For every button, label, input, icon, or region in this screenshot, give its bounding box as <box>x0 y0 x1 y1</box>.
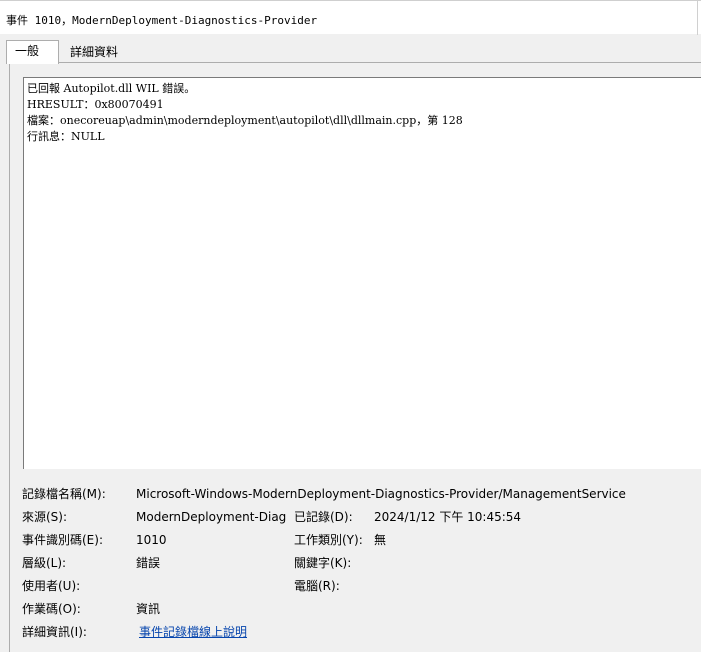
opcode-label: 作業碼(O): <box>22 602 81 616</box>
computer-label: 電腦(R): <box>294 579 340 593</box>
logged-value[interactable]: 2024/1/12 下午 10:45:54 <box>374 510 521 524</box>
description-line: 行訊息：NULL <box>27 130 105 143</box>
window-edge <box>697 1 701 35</box>
user-label: 使用者(U): <box>22 579 81 593</box>
logged-label: 已記錄(D): <box>294 510 353 524</box>
description-line: 已回報 Autopilot.dll WIL 錯誤。 <box>27 82 196 95</box>
task-category-label: 工作類別(Y): <box>294 533 363 547</box>
level-value[interactable]: 錯誤 <box>136 556 160 570</box>
task-category-value[interactable]: 無 <box>374 533 386 547</box>
more-info-label: 詳細資訊(I): <box>22 625 87 639</box>
event-log-online-help-link[interactable]: 事件記錄檔線上說明 <box>139 625 247 639</box>
event-id-value[interactable]: 1010 <box>136 533 167 547</box>
description-line: 檔案：onecoreuap\admin\moderndeployment\aut… <box>27 114 463 127</box>
opcode-value[interactable]: 資訊 <box>136 602 160 616</box>
keywords-label: 關鍵字(K): <box>294 556 352 570</box>
description-line: HRESULT：0x80070491 <box>27 98 164 111</box>
level-label: 層級(L): <box>22 556 67 570</box>
log-name-label: 記錄檔名稱(M): <box>22 487 106 501</box>
window-title: 事件 1010，ModernDeployment-Diagnostics-Pro… <box>6 14 318 27</box>
log-name-value[interactable]: Microsoft-Windows-ModernDeployment-Diagn… <box>136 487 626 501</box>
event-id-label: 事件識別碼(E): <box>22 533 103 547</box>
source-value[interactable]: ModernDeployment-Diagno <box>136 510 286 524</box>
event-description-textbox[interactable]: 已回報 Autopilot.dll WIL 錯誤。 HRESULT：0x8007… <box>23 77 701 469</box>
window-titlebar: 事件 1010，ModernDeployment-Diagnostics-Pro… <box>0 0 701 35</box>
tab-details[interactable]: 詳細資料 <box>62 42 126 64</box>
tab-general[interactable]: 一般 <box>6 40 59 64</box>
source-label: 來源(S): <box>22 510 68 524</box>
